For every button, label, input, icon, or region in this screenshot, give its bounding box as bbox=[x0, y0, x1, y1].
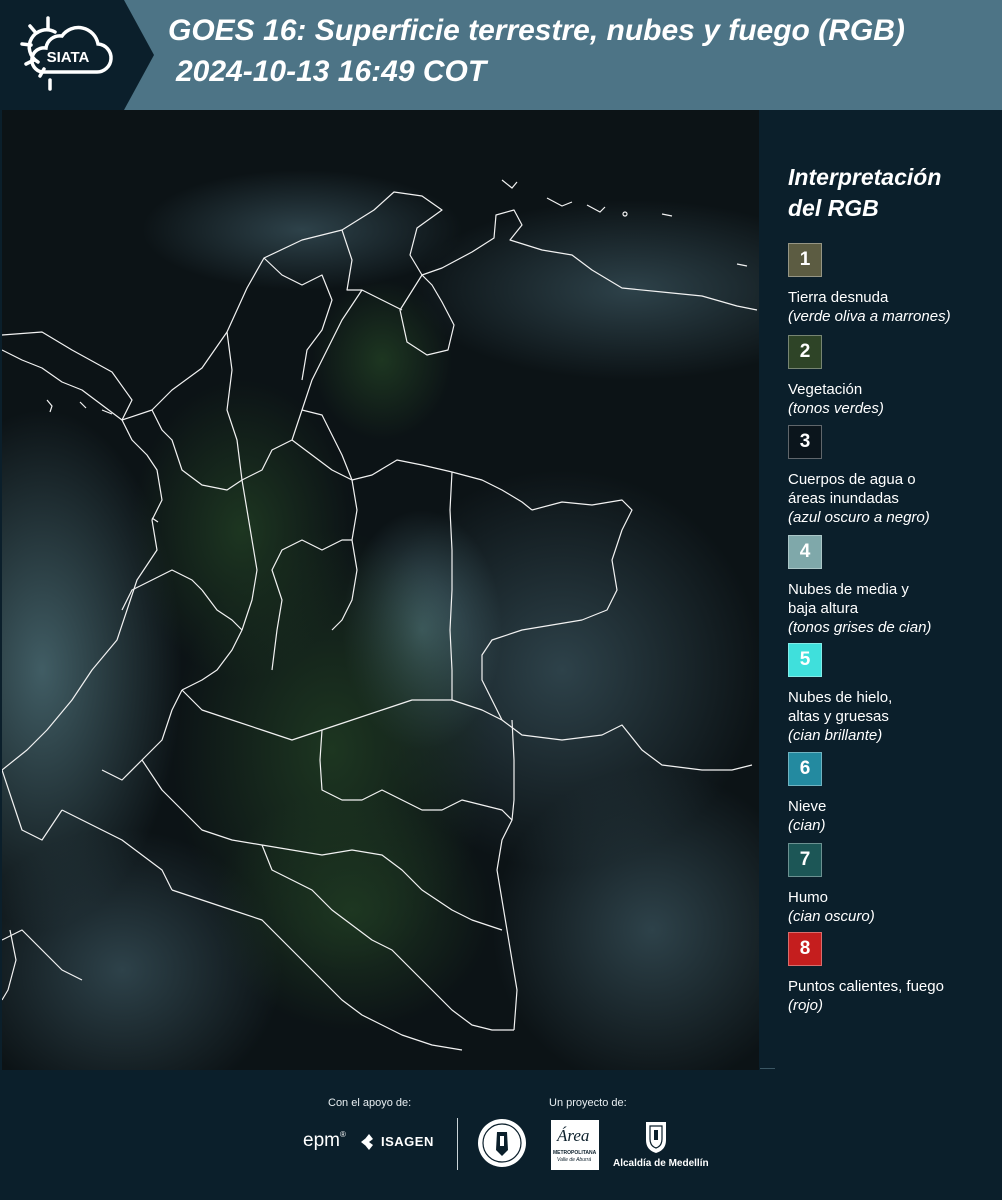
legend-note: (azul oscuro a negro) bbox=[788, 509, 930, 526]
legend-title: Interpretación del RGB bbox=[788, 164, 942, 221]
footer: Con el apoyo de: Un proyecto de: epm® IS… bbox=[0, 1068, 1002, 1200]
siata-logo[interactable]: SIATA bbox=[0, 0, 154, 110]
legend-swatch: 6 bbox=[788, 752, 822, 786]
divider bbox=[760, 1068, 775, 1069]
legend-item-4: 4 Nubes de media y baja altura (tonos gr… bbox=[788, 535, 998, 637]
epm-logo[interactable]: epm® bbox=[303, 1130, 346, 1152]
legend-item-3: 3 Cuerpos de agua o áreas inundadas (azu… bbox=[788, 425, 998, 527]
satellite-map-image bbox=[2, 110, 759, 1070]
legend-label: Puntos calientes, fuego bbox=[788, 978, 944, 995]
page-title: GOES 16: Superficie terrestre, nubes y f… bbox=[168, 14, 905, 47]
legend-panel: Interpretación del RGB 1 Tierra desnuda … bbox=[760, 110, 1002, 1070]
coat-of-arms-icon bbox=[646, 1122, 666, 1153]
legend-swatch: 5 bbox=[788, 643, 822, 677]
legend-label: Cuerpos de agua o bbox=[788, 471, 916, 488]
legend-label: Nubes de hielo, bbox=[788, 689, 893, 706]
legend-item-7: 7 Humo (cian oscuro) bbox=[788, 843, 998, 926]
legend-swatch: 7 bbox=[788, 843, 822, 877]
seal-icon bbox=[478, 1119, 526, 1167]
legend-swatch: 4 bbox=[788, 535, 822, 569]
legend-swatch: 8 bbox=[788, 932, 822, 966]
legend-note: (verde oliva a marrones) bbox=[788, 308, 951, 325]
legend-swatch: 2 bbox=[788, 335, 822, 369]
legend-label: Humo bbox=[788, 889, 829, 906]
legend-label-2: altas y gruesas bbox=[788, 708, 889, 725]
legend-label-2: baja altura bbox=[788, 600, 859, 617]
isagen-icon bbox=[361, 1134, 373, 1150]
project-label: Un proyecto de: bbox=[549, 1097, 627, 1109]
legend-note: (cian) bbox=[788, 817, 826, 834]
siata-sun-cloud-icon: SIATA bbox=[20, 16, 113, 91]
legend-item-5: 5 Nubes de hielo, altas y gruesas (cian … bbox=[788, 643, 998, 745]
area-metropolitana-logo[interactable]: Área METROPOLITANA Valle de Aburrá bbox=[551, 1120, 599, 1170]
legend-item-6: 6 Nieve (cian) bbox=[788, 752, 998, 835]
legend-label: Nieve bbox=[788, 798, 827, 815]
legend-swatch: 1 bbox=[788, 243, 822, 277]
footer-divider bbox=[457, 1118, 458, 1170]
legend-item-8: 8 Puntos calientes, fuego (rojo) bbox=[788, 932, 998, 1015]
satellite-map[interactable] bbox=[2, 110, 759, 1070]
legend-note: (rojo) bbox=[788, 997, 824, 1014]
university-seal-logo[interactable] bbox=[477, 1116, 527, 1170]
legend-label-2: áreas inundadas bbox=[788, 490, 899, 507]
legend-swatch: 3 bbox=[788, 425, 822, 459]
legend-label: Tierra desnuda bbox=[788, 289, 889, 306]
support-label: Con el apoyo de: bbox=[328, 1097, 412, 1109]
alcaldia-medellin-logo[interactable]: Alcaldía de Medellín bbox=[611, 1118, 709, 1172]
legend-note: (tonos grises de cian) bbox=[788, 619, 932, 636]
legend-note: (cian brillante) bbox=[788, 727, 883, 744]
svg-text:SIATA: SIATA bbox=[47, 49, 90, 66]
legend-label: Vegetación bbox=[788, 381, 863, 398]
legend-item-1: 1 Tierra desnuda (verde oliva a marrones… bbox=[788, 243, 998, 326]
legend-item-2: 2 Vegetación (tonos verdes) bbox=[788, 335, 998, 418]
legend-label: Nubes de media y bbox=[788, 581, 909, 598]
isagen-logo[interactable]: ISAGEN bbox=[360, 1132, 440, 1152]
legend-note: (tonos verdes) bbox=[788, 400, 884, 417]
timestamp: 2024-10-13 16:49 COT bbox=[176, 55, 487, 88]
legend-note: (cian oscuro) bbox=[788, 908, 875, 925]
header: SIATA GOES 16: Superficie terrestre, nub… bbox=[0, 0, 1002, 110]
